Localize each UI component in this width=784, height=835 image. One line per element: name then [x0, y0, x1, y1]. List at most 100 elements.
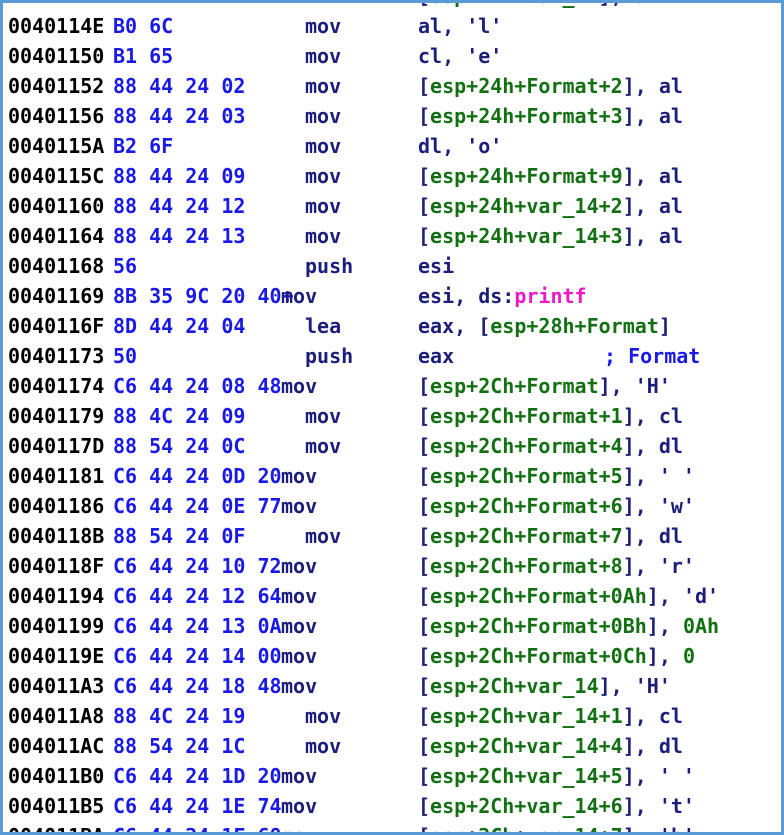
opcode-bytes: C6 44 24 10 72	[113, 554, 282, 578]
instruction-address: 00401150	[8, 44, 105, 68]
opcode-bytes: 56	[113, 254, 138, 278]
disassembly-row[interactable]: 0040114E B0 6C mov al, 'l'	[3, 11, 781, 41]
instruction-mnemonic: mov	[281, 614, 318, 638]
instruction-operands: al, 'l'	[418, 14, 503, 38]
disassembly-row[interactable]: 00401179 88 4C 24 09 mov [esp+2Ch+Format+1]…	[3, 401, 781, 431]
instruction-address: 00401168	[8, 254, 105, 278]
opcode-bytes: 88 44 24 09	[113, 164, 246, 188]
disassembly-row[interactable]: 0040115A B2 6F mov dl, 'o'	[3, 131, 781, 161]
disassembly-row[interactable]: 004011AC 88 54 24 1C mov [esp+2Ch+var_14+4]…	[3, 731, 781, 761]
instruction-operands: [esp+2Ch+Format+0Ah], 'd'	[418, 584, 720, 608]
disassembly-row[interactable]: 00401174 C6 44 24 08 48 mov [esp+2Ch+Format…	[3, 371, 781, 401]
instruction-operands: [esp+2Ch+var_14+6], 't'	[418, 794, 695, 818]
opcode-bytes: 88 44 24 03	[113, 104, 246, 128]
disassembly-row[interactable]: 0040115C 88 44 24 09 mov [esp+24h+Format+9]…	[3, 161, 781, 191]
disassembly-row[interactable]: 004011A8 88 4C 24 19 mov [esp+2Ch+var_14+1]…	[3, 701, 781, 731]
instruction-operands: [esp+2Ch+Format+4], dl	[418, 434, 683, 458]
opcode-bytes: C6 44 24 1E 74	[113, 794, 282, 818]
instruction-address: 0040118F	[8, 554, 105, 578]
instruction-operands: dl, 'o'	[418, 134, 503, 158]
instruction-operands: [esp+2Ch+Format+5], ' '	[418, 464, 695, 488]
opcode-bytes: C6 44 24 14 00	[113, 644, 282, 668]
instruction-operands: [esp+2Ch+var_14], 'H'	[418, 674, 671, 698]
opcode-bytes: C6 44 24 12 64	[113, 584, 282, 608]
opcode-bytes: C6 44 24 13 0A	[113, 614, 282, 638]
disassembly-row[interactable]: 00401168 56 push esi	[3, 251, 781, 281]
disassembly-row[interactable]: 00401164 88 44 24 13 mov [esp+24h+var_14+3]…	[3, 221, 781, 251]
disassembly-row[interactable]: 004011B0 C6 44 24 1D 20 mov [esp+2Ch+var_14…	[3, 761, 781, 791]
instruction-mnemonic: mov	[305, 404, 342, 428]
opcode-bytes: 88 54 24 0C	[113, 434, 246, 458]
instruction-address: 00401164	[8, 224, 105, 248]
instruction-address: 00401169	[8, 284, 105, 308]
instruction-address: 00401152	[8, 74, 105, 98]
instruction-mnemonic: mov	[305, 704, 342, 728]
instruction-operands: [esp+2Ch+Format+1], cl	[418, 404, 683, 428]
instruction-address: 004011A3	[8, 674, 105, 698]
disassembly-row[interactable]: 004011BA C6 44 24 1F 68mov [esp+2Ch+var_14…	[3, 821, 781, 832]
disassembly-row[interactable]: 00401186 C6 44 24 0E 77 mov [esp+2Ch+Format…	[3, 491, 781, 521]
instruction-mnemonic: mov	[305, 434, 342, 458]
disassembly-row[interactable]: 00401181 C6 44 24 0D 20 mov [esp+2Ch+Format…	[3, 461, 781, 491]
instruction-operands: esi	[418, 254, 455, 278]
instruction-operands: [esp+2Ch+var_14+4], dl	[418, 734, 683, 758]
instruction-address: 0040115A	[8, 134, 105, 158]
disassembly-row[interactable]: 00401156 88 44 24 03 mov [esp+24h+Format+3]…	[3, 101, 781, 131]
instruction-operands: cl, 'e'	[418, 44, 503, 68]
instruction-address: 00401174	[8, 374, 105, 398]
instruction-address: 004011A8	[8, 704, 105, 728]
instruction-mnemonic: mov	[305, 74, 342, 98]
disassembly-listing[interactable]: [esp+24h+var_14], al 0040114E B0 6C mov al, …	[3, 3, 781, 832]
instruction-mnemonic: mov	[281, 494, 318, 518]
opcode-bytes: B1 65	[113, 44, 174, 68]
instruction-address: 00401181	[8, 464, 105, 488]
instruction-address: 00401186	[8, 494, 105, 518]
instruction-comment: ; Format	[604, 344, 701, 368]
instruction-address: 00401194	[8, 584, 105, 608]
instruction-mnemonic: mov	[305, 164, 342, 188]
instruction-mnemonic: mov	[305, 104, 342, 128]
disassembly-row[interactable]: [esp+24h+var_14], al	[3, 3, 781, 11]
instruction-operands: [esp+2Ch+Format], 'H'	[418, 374, 671, 398]
instruction-address: 0040118B	[8, 524, 105, 548]
opcode-bytes: C6 44 24 1D 20	[113, 764, 282, 788]
instruction-operands: eax, [esp+28h+Format]	[418, 314, 671, 338]
instruction-mnemonic: mov	[281, 554, 318, 578]
opcode-bytes: 88 44 24 13	[113, 224, 246, 248]
disassembly-row[interactable]: 00401152 88 44 24 02 mov [esp+24h+Format+2]…	[3, 71, 781, 101]
opcode-bytes: 88 4C 24 09	[113, 404, 246, 428]
opcode-bytes: B2 6F	[113, 134, 174, 158]
disassembly-row[interactable]: 0040119E C6 44 24 14 00 mov [esp+2Ch+Format…	[3, 641, 781, 671]
disassembly-row[interactable]: 00401199 C6 44 24 13 0A mov [esp+2Ch+Format…	[3, 611, 781, 641]
instruction-mnemonic: mov	[281, 464, 318, 488]
instruction-mnemonic: mov	[281, 374, 318, 398]
disassembly-row[interactable]: 004011B5 C6 44 24 1E 74 mov [esp+2Ch+var_14…	[3, 791, 781, 821]
opcode-bytes: B0 6C	[113, 14, 174, 38]
instruction-address: 00401173	[8, 344, 105, 368]
instruction-address: 00401199	[8, 614, 105, 638]
instruction-mnemonic: mov	[281, 674, 318, 698]
instruction-address: 004011AC	[8, 734, 105, 758]
disassembly-row[interactable]: 00401169 8B 35 9C 20 40+ mov esi, ds:printf	[3, 281, 781, 311]
instruction-operands: [esp+2Ch+Format+8], 'r'	[418, 554, 695, 578]
disassembly-row[interactable]: 00401173 50 push eax ; Format	[3, 341, 781, 371]
opcode-bytes: 88 44 24 12	[113, 194, 246, 218]
disassembly-row[interactable]: 004011A3 C6 44 24 18 48 mov [esp+2Ch+var_14…	[3, 671, 781, 701]
opcode-bytes: C6 44 24 18 48	[113, 674, 282, 698]
disassembly-row[interactable]: 0040116F 8D 44 24 04 lea eax, [esp+28h+Form…	[3, 311, 781, 341]
instruction-address: 004011B5	[8, 794, 105, 818]
disassembly-row[interactable]: 0040117D 88 54 24 0C mov [esp+2Ch+Format+4]…	[3, 431, 781, 461]
disassembly-row[interactable]: 0040118F C6 44 24 10 72 mov [esp+2Ch+Format…	[3, 551, 781, 581]
disassembly-row[interactable]: 00401150 B1 65 mov cl, 'e'	[3, 41, 781, 71]
opcode-bytes: C6 44 24 0E 77	[113, 494, 282, 518]
instruction-operands: [esp+24h+var_14], al	[418, 3, 659, 11]
instruction-mnemonic: mov	[281, 584, 318, 608]
instruction-mnemonic: lea	[305, 314, 342, 338]
disassembly-row[interactable]: 0040118B 88 54 24 0F mov [esp+2Ch+Format+7]…	[3, 521, 781, 551]
opcode-bytes: 88 54 24 1C	[113, 734, 246, 758]
disassembly-row[interactable]: 00401194 C6 44 24 12 64 mov [esp+2Ch+Format…	[3, 581, 781, 611]
instruction-operands: [esp+24h+var_14+2], al	[418, 194, 683, 218]
instruction-mnemonic: mov	[305, 524, 342, 548]
disassembly-row[interactable]: 00401160 88 44 24 12 mov [esp+24h+var_14+2]…	[3, 191, 781, 221]
instruction-operands: [esp+2Ch+Format+0Bh], 0Ah	[418, 614, 720, 638]
